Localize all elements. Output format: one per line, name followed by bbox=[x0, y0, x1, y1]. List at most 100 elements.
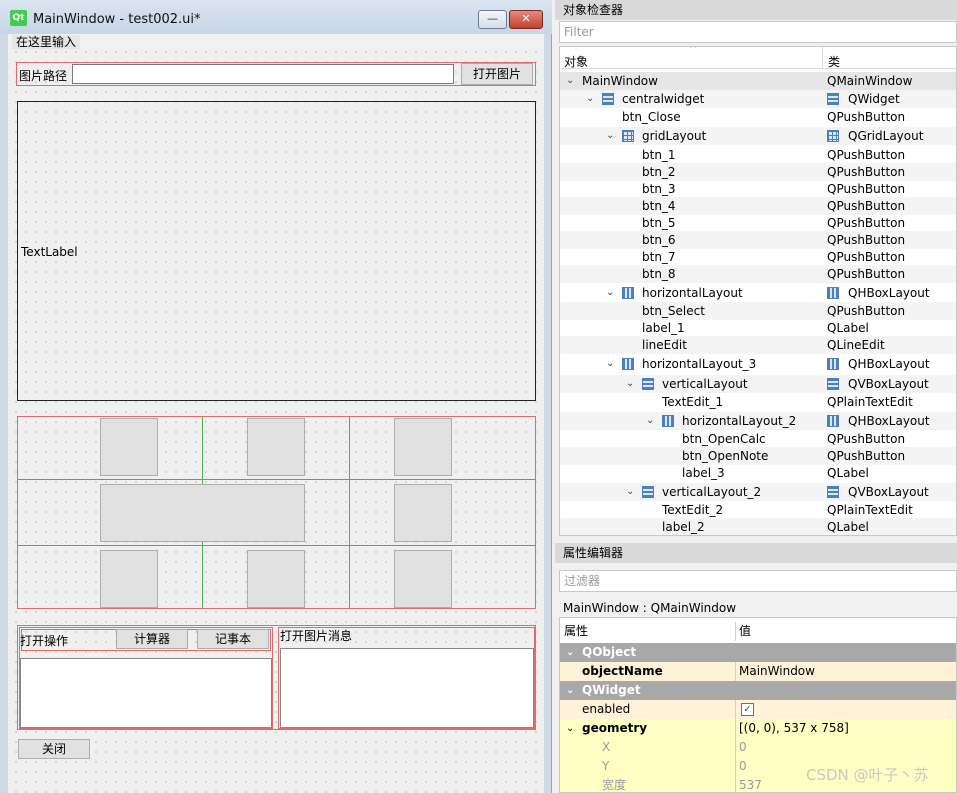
grid-layout-icon bbox=[827, 130, 839, 142]
tree-object-name: TextEdit_2 bbox=[662, 503, 724, 517]
tree-row-btn_1[interactable]: btn_1 QPushButton bbox=[560, 146, 956, 164]
chevron-down-icon[interactable]: ⌄ bbox=[606, 355, 616, 373]
tree-object-name: btn_OpenCalc bbox=[682, 432, 766, 446]
tree-row-btn_6[interactable]: btn_6 QPushButton bbox=[560, 231, 956, 249]
chevron-down-icon[interactable]: ⌄ bbox=[606, 284, 616, 302]
chevron-down-icon[interactable]: ⌄ bbox=[626, 375, 636, 393]
object-tree[interactable]: 对象 ^ 类 ⌄ MainWindow QMainWindow ⌄ centralwid… bbox=[559, 46, 957, 536]
chevron-down-icon[interactable]: ⌄ bbox=[586, 90, 596, 108]
tree-object-name: gridLayout bbox=[642, 129, 707, 143]
chevron-down-icon[interactable]: ⌄ bbox=[646, 412, 656, 430]
tree-row-label_1[interactable]: label_1 QLabel bbox=[560, 319, 956, 337]
tree-object-name: btn_1 bbox=[642, 148, 676, 162]
chevron-down-icon[interactable]: ⌄ bbox=[626, 483, 636, 501]
hbox-layout-icon bbox=[622, 358, 634, 370]
tree-row-TextEdit_2[interactable]: TextEdit_2 QPlainTextEdit bbox=[560, 501, 956, 519]
tree-row-TextEdit_1[interactable]: TextEdit_1 QPlainTextEdit bbox=[560, 393, 956, 411]
tree-object-class: QGridLayout bbox=[848, 129, 924, 143]
watermark: CSDN @叶子丶苏 bbox=[806, 766, 929, 784]
column-divider bbox=[735, 738, 736, 757]
tree-object-name: horizontalLayout_3 bbox=[642, 357, 757, 371]
chevron-down-icon[interactable]: ⌄ bbox=[566, 681, 574, 700]
tree-object-class: QPushButton bbox=[827, 148, 906, 162]
vbox-layout-icon bbox=[602, 93, 614, 105]
property-objectname[interactable]: objectName MainWindow bbox=[560, 662, 956, 681]
property-value[interactable]: 0 bbox=[739, 738, 747, 757]
property-x[interactable]: X 0 bbox=[560, 738, 956, 757]
hbox-layout-icon bbox=[662, 415, 674, 427]
hbox-layout-icon bbox=[622, 287, 634, 299]
tree-row-label_3[interactable]: label_3 QLabel bbox=[560, 464, 956, 482]
tree-object-class: QPushButton bbox=[827, 110, 906, 124]
tree-object-class: QWidget bbox=[848, 92, 900, 106]
group-qwidget[interactable]: ⌄ QWidget bbox=[560, 681, 956, 700]
column-divider bbox=[735, 662, 736, 681]
tree-row-btn_4[interactable]: btn_4 QPushButton bbox=[560, 197, 956, 215]
chevron-down-icon[interactable]: ⌄ bbox=[566, 72, 576, 90]
property-value[interactable]: [(0, 0), 537 x 758] bbox=[739, 719, 849, 738]
tree-object-name: horizontalLayout_2 bbox=[682, 414, 797, 428]
hbox-layout-icon bbox=[827, 415, 839, 427]
enabled-checkbox[interactable]: ✓ bbox=[741, 703, 754, 716]
tree-row-verticalLayout_2[interactable]: ⌄ verticalLayout_2 QVBoxLayout bbox=[560, 483, 956, 501]
tree-row-horizontalLayout[interactable]: ⌄ horizontalLayout QHBoxLayout bbox=[560, 284, 956, 302]
property-enabled[interactable]: enabled ✓ bbox=[560, 700, 956, 719]
property-name: enabled bbox=[582, 702, 631, 716]
tree-row-centralwidget[interactable]: ⌄ centralwidget QWidget bbox=[560, 90, 956, 108]
group-label: QWidget bbox=[582, 683, 641, 697]
tree-object-class: QHBoxLayout bbox=[848, 357, 930, 371]
group-qobject[interactable]: ⌄ QObject bbox=[560, 643, 956, 662]
property-value[interactable]: 537 bbox=[739, 776, 762, 792]
property-editor-title: 属性编辑器 bbox=[555, 543, 957, 563]
column-divider bbox=[735, 622, 736, 641]
tree-column-class[interactable]: 类 bbox=[828, 53, 840, 70]
property-value[interactable]: MainWindow bbox=[739, 662, 815, 681]
tree-row-lineEdit[interactable]: lineEdit QLineEdit bbox=[560, 336, 956, 354]
tree-row-horizontalLayout_2[interactable]: ⌄ horizontalLayout_2 QHBoxLayout bbox=[560, 412, 956, 430]
tree-object-class: QLabel bbox=[827, 520, 869, 534]
property-header-row: 属性 值 bbox=[560, 622, 956, 641]
vbox-layout-icon bbox=[642, 486, 654, 498]
tree-row-verticalLayout[interactable]: ⌄ verticalLayout QVBoxLayout bbox=[560, 375, 956, 393]
tree-row-btn_OpenCalc[interactable]: btn_OpenCalc QPushButton bbox=[560, 430, 956, 448]
property-geometry[interactable]: ⌄ geometry [(0, 0), 537 x 758] bbox=[560, 719, 956, 738]
tree-row-btn_Select[interactable]: btn_Select QPushButton bbox=[560, 302, 956, 320]
tree-row-btn_8[interactable]: btn_8 QPushButton bbox=[560, 265, 956, 283]
tree-object-name: MainWindow bbox=[582, 74, 658, 88]
tree-row-btn_5[interactable]: btn_5 QPushButton bbox=[560, 214, 956, 232]
tree-row-btn_3[interactable]: btn_3 QPushButton bbox=[560, 180, 956, 198]
tree-object-class: QVBoxLayout bbox=[848, 485, 929, 499]
property-value[interactable]: 0 bbox=[739, 757, 747, 776]
tree-object-class: QPushButton bbox=[827, 165, 906, 179]
chevron-down-icon[interactable]: ⌄ bbox=[566, 719, 574, 738]
tree-row-btn_2[interactable]: btn_2 QPushButton bbox=[560, 163, 956, 181]
tree-row-btn_Close[interactable]: btn_Close QPushButton bbox=[560, 108, 956, 126]
sort-indicator-icon: ^ bbox=[689, 46, 698, 55]
tree-object-name: centralwidget bbox=[622, 92, 705, 106]
tree-row-label_2[interactable]: label_2 QLabel bbox=[560, 518, 956, 535]
tree-object-name: btn_Select bbox=[642, 304, 705, 318]
right-dock: 对象检查器 Filter 对象 ^ 类 ⌄ MainWindow QMainWind… bbox=[555, 0, 957, 793]
tree-row-btn_7[interactable]: btn_7 QPushButton bbox=[560, 248, 956, 266]
tree-object-class: QMainWindow bbox=[827, 74, 913, 88]
tree-object-class: QPushButton bbox=[827, 233, 906, 247]
tree-row-MainWindow[interactable]: ⌄ MainWindow QMainWindow bbox=[560, 72, 956, 90]
tree-object-class: QHBoxLayout bbox=[848, 286, 930, 300]
tree-object-class: QPushButton bbox=[827, 267, 906, 281]
tree-object-class: QVBoxLayout bbox=[848, 377, 929, 391]
tree-object-class: QPlainTextEdit bbox=[827, 503, 913, 517]
tree-object-class: QPushButton bbox=[827, 449, 906, 463]
tree-row-btn_OpenNote[interactable]: btn_OpenNote QPushButton bbox=[560, 447, 956, 465]
tree-object-name: btn_6 bbox=[642, 233, 676, 247]
property-filter-input[interactable]: 过滤器 bbox=[559, 570, 957, 592]
tree-object-name: btn_2 bbox=[642, 165, 676, 179]
object-filter-input[interactable]: Filter bbox=[559, 21, 957, 43]
tree-object-class: QPlainTextEdit bbox=[827, 395, 913, 409]
chevron-down-icon[interactable]: ⌄ bbox=[566, 643, 574, 662]
tree-column-object[interactable]: 对象 bbox=[564, 53, 588, 70]
chevron-down-icon[interactable]: ⌄ bbox=[606, 127, 616, 145]
column-divider bbox=[735, 776, 736, 792]
tree-row-horizontalLayout_3[interactable]: ⌄ horizontalLayout_3 QHBoxLayout bbox=[560, 355, 956, 373]
tree-object-name: verticalLayout_2 bbox=[662, 485, 762, 499]
tree-row-gridLayout[interactable]: ⌄ gridLayout QGridLayout bbox=[560, 127, 956, 145]
